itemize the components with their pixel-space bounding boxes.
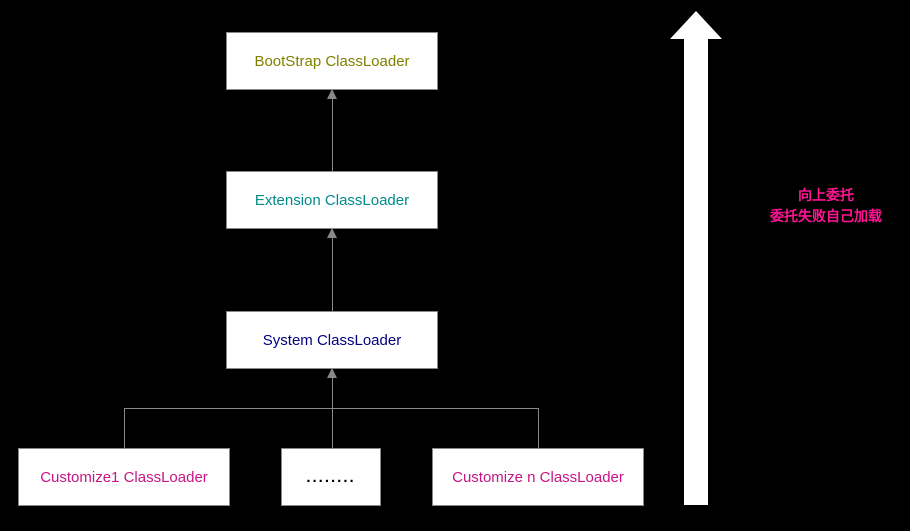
annotation-text: 向上委托 委托失败自己加载 xyxy=(756,185,896,227)
node-system: System ClassLoader xyxy=(226,311,438,369)
node-customize1: Customize1 ClassLoader xyxy=(18,448,230,506)
delegation-arrow-up xyxy=(684,35,708,505)
node-customize-n: Customize n ClassLoader xyxy=(432,448,644,506)
annotation-line2: 委托失败自己加载 xyxy=(756,206,896,227)
connector-horizontal xyxy=(124,408,538,409)
node-ellipsis: ........ xyxy=(281,448,381,506)
arrow-system-to-extension xyxy=(332,229,333,311)
annotation-line1: 向上委托 xyxy=(756,185,896,206)
arrow-extension-to-bootstrap xyxy=(332,90,333,171)
node-extension: Extension ClassLoader xyxy=(226,171,438,229)
connector-left xyxy=(124,408,125,448)
connector-right xyxy=(538,408,539,448)
node-bootstrap: BootStrap ClassLoader xyxy=(226,32,438,90)
